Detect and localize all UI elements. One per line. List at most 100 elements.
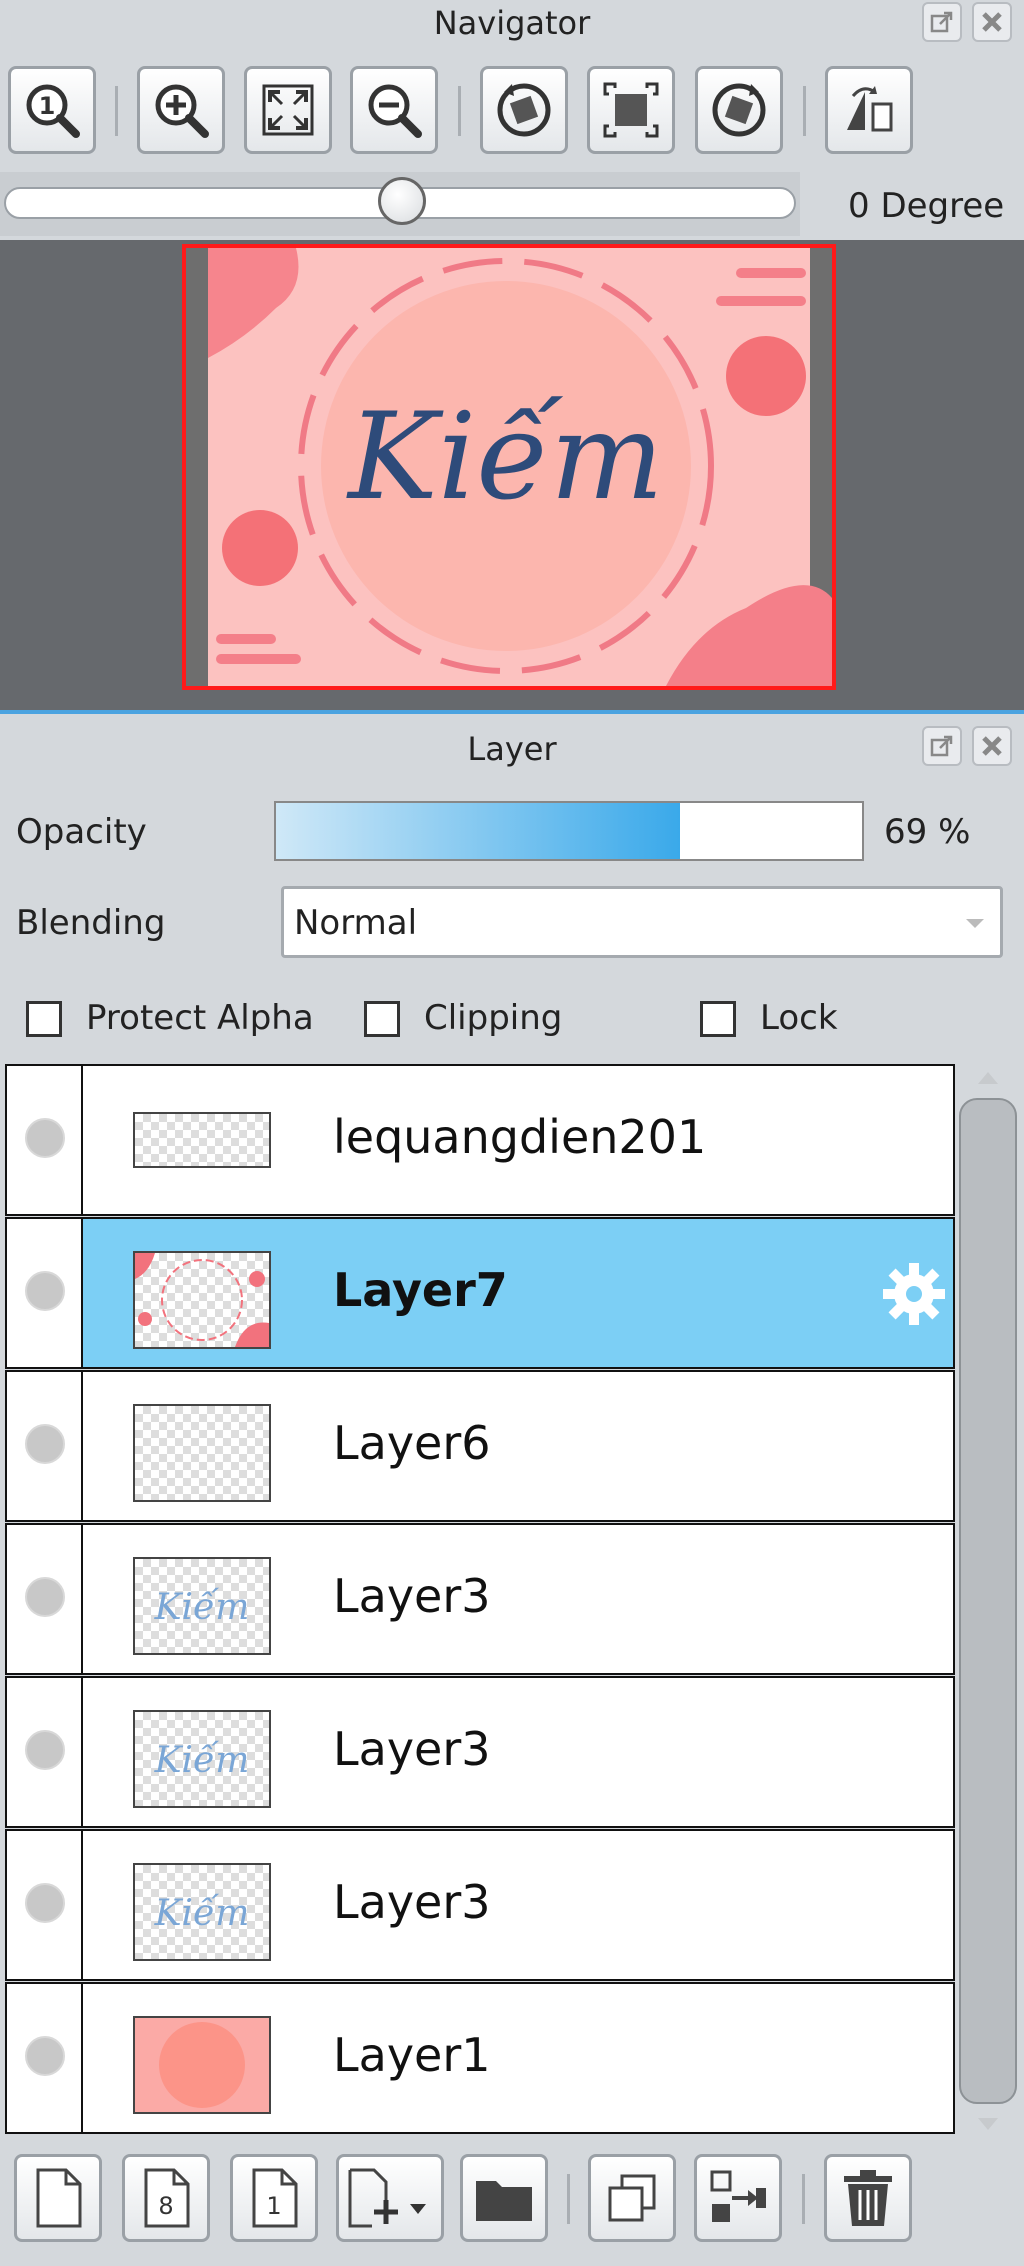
reset-rotation-icon [603, 82, 659, 138]
navigator-preview-canvas[interactable]: Kiếm [182, 244, 836, 690]
layer-popout-button[interactable] [922, 726, 962, 766]
rotate-right-button[interactable] [695, 66, 783, 154]
visibility-toggle-icon[interactable] [25, 1883, 65, 1923]
gear-icon[interactable] [879, 1259, 949, 1329]
close-icon [982, 736, 1002, 756]
zoom-in-button[interactable] [137, 66, 225, 154]
new-8bit-layer-button[interactable]: 8 [122, 2154, 210, 2242]
fit-window-button[interactable] [244, 66, 332, 154]
new-layer-icon [36, 2168, 82, 2228]
new-1bit-layer-button[interactable]: 1 [230, 2154, 318, 2242]
layer-row[interactable]: lequangdien201 [5, 1064, 955, 1216]
layer-name: Layer7 [333, 1263, 508, 1317]
protect-alpha-label: Protect Alpha [86, 998, 314, 1038]
row-divider [81, 1678, 83, 1826]
visibility-toggle-icon[interactable] [25, 1118, 65, 1158]
row-divider [81, 1219, 83, 1367]
new-8bit-layer-icon: 8 [144, 2168, 190, 2228]
visibility-toggle-icon[interactable] [25, 2036, 65, 2076]
rotate-left-button[interactable] [480, 66, 568, 154]
clipping-label: Clipping [424, 998, 563, 1038]
layer-scrollbar[interactable] [958, 1064, 1018, 2138]
layer3-thumbnail-image: Kiếm [154, 1893, 250, 1934]
rotate-right-icon [712, 83, 766, 137]
layer-list: lequangdien201 Layer7 Layer6 Kiếm Layer3… [0, 1064, 960, 2138]
layer-name: Layer3 [333, 1722, 491, 1776]
layer-row[interactable]: Layer6 [5, 1370, 955, 1522]
new-folder-button[interactable] [460, 2154, 548, 2242]
layer-name: Layer6 [333, 1416, 491, 1470]
svg-text:Kiếm: Kiếm [154, 1893, 250, 1934]
reset-rotation-button[interactable] [587, 66, 675, 154]
preview-text: Kiếm [346, 388, 664, 527]
close-icon [982, 12, 1002, 32]
lock-checkbox[interactable] [700, 1001, 736, 1037]
layer-row[interactable]: Kiếm Layer3 [5, 1523, 955, 1675]
duplicate-layer-icon [608, 2174, 656, 2222]
visibility-toggle-icon[interactable] [25, 1271, 65, 1311]
flip-horizontal-icon [847, 86, 893, 132]
opacity-slider[interactable] [274, 801, 864, 861]
rotation-slider[interactable] [4, 177, 796, 225]
toolbar-separator [115, 86, 118, 136]
protect-alpha-checkbox[interactable] [26, 1001, 62, 1037]
rotate-left-icon [497, 83, 551, 137]
blending-label: Blending [16, 903, 166, 943]
row-divider [81, 1372, 83, 1520]
layer-name: Layer1 [333, 2028, 491, 2082]
navigator-popout-button[interactable] [922, 2, 962, 42]
delete-layer-button[interactable] [824, 2154, 912, 2242]
scroll-up-icon[interactable] [976, 1070, 1000, 1086]
trash-icon [844, 2170, 892, 2226]
scroll-down-icon[interactable] [976, 2116, 1000, 2132]
toolbar-separator [567, 2174, 570, 2224]
layer-row[interactable]: Layer1 [5, 1982, 955, 2134]
clipping-checkbox[interactable] [364, 1001, 400, 1037]
row-divider [81, 1984, 83, 2132]
navigator-close-button[interactable] [972, 2, 1012, 42]
scrollbar-thumb[interactable] [959, 1098, 1017, 2104]
row-divider [81, 1525, 83, 1673]
layer-thumbnail [133, 1251, 271, 1349]
actual-size-icon: 1 [26, 84, 80, 138]
new-layer-button[interactable] [14, 2154, 102, 2242]
add-layer-dropdown-button[interactable] [336, 2154, 444, 2242]
row-divider [81, 1831, 83, 1979]
zoom-out-button[interactable] [350, 66, 438, 154]
chevron-down-icon [966, 919, 984, 928]
layer-thumbnail [133, 2016, 271, 2114]
layer-row[interactable]: Kiếm Layer3 [5, 1829, 955, 1981]
blending-select[interactable]: Normal [281, 886, 1003, 958]
zoom-in-icon [155, 84, 209, 138]
lock-label: Lock [760, 998, 838, 1038]
popout-icon [930, 735, 953, 757]
rotation-slider-handle[interactable] [378, 177, 426, 225]
layer-name: Layer3 [333, 1875, 491, 1929]
new-1bit-layer-icon: 1 [252, 2168, 298, 2228]
visibility-toggle-icon[interactable] [25, 1577, 65, 1617]
actual-size-button[interactable]: 1 [8, 66, 96, 154]
blending-select-value: Normal [294, 903, 418, 943]
visibility-toggle-icon[interactable] [25, 1424, 65, 1464]
layer3-thumbnail-image: Kiếm [154, 1740, 250, 1781]
svg-text:8: 8 [158, 2192, 173, 2220]
layer-thumbnail: Kiếm [133, 1557, 271, 1655]
layer-close-button[interactable] [972, 726, 1012, 766]
visibility-toggle-icon[interactable] [25, 1730, 65, 1770]
layer-row[interactable]: Kiếm Layer3 [5, 1676, 955, 1828]
new-folder-icon [476, 2181, 532, 2221]
panel-divider [0, 710, 1024, 714]
toolbar-separator [458, 86, 461, 136]
duplicate-layer-button[interactable] [588, 2154, 676, 2242]
transfer-down-button[interactable] [694, 2154, 782, 2242]
layer-thumbnail [133, 1112, 271, 1168]
svg-text:1: 1 [39, 92, 56, 120]
flip-horizontal-button[interactable] [825, 66, 913, 154]
layer1-thumbnail-image [135, 2018, 269, 2112]
transfer-down-icon [710, 2170, 766, 2222]
layer-thumbnail [133, 1404, 271, 1502]
rotation-degree-label: 0 Degree [848, 186, 1005, 226]
layer7-thumbnail-image [135, 1253, 269, 1347]
zoom-out-icon [368, 84, 422, 138]
layer-row-selected[interactable]: Layer7 [5, 1217, 955, 1369]
